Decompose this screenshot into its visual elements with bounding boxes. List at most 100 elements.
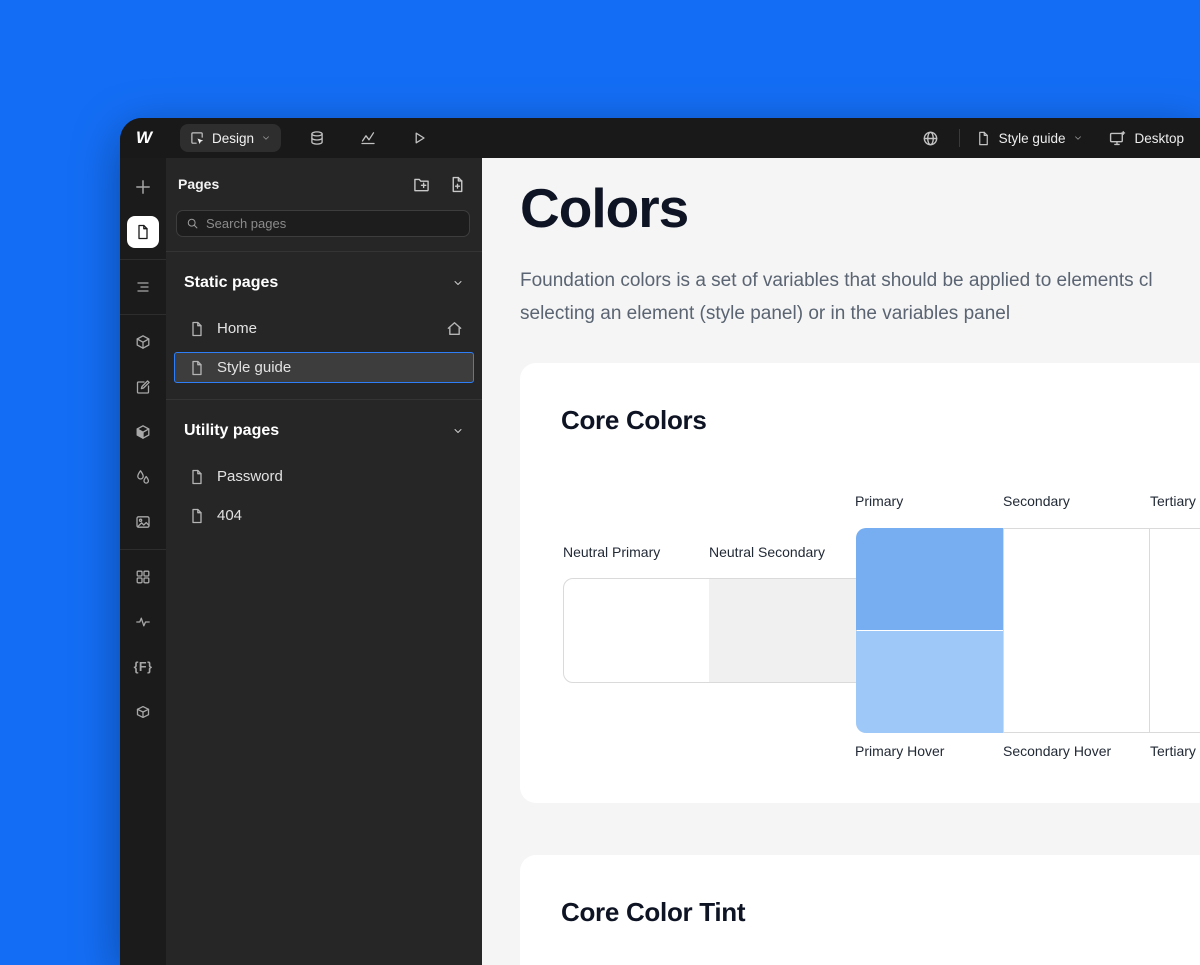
toolbar-separator xyxy=(120,549,166,550)
page-icon xyxy=(189,469,205,485)
page-row-label: Password xyxy=(217,468,283,485)
canvas-heading-colors[interactable]: Colors xyxy=(520,178,688,238)
search-pages-box[interactable] xyxy=(176,210,470,237)
page-icon xyxy=(135,224,151,240)
cube-icon xyxy=(135,334,151,350)
swatch-tertiary-hover[interactable] xyxy=(1150,630,1200,733)
page-row-style-guide[interactable]: Style guide xyxy=(174,352,474,383)
toolbar-separator xyxy=(120,259,166,260)
swatch-primary-hover[interactable] xyxy=(856,631,1003,733)
new-folder-button[interactable] xyxy=(410,173,432,195)
section-title: Static pages xyxy=(184,274,278,292)
preview-button[interactable] xyxy=(407,126,431,150)
chevron-down-icon xyxy=(452,425,464,437)
database-icon xyxy=(309,130,325,146)
variables-button[interactable] xyxy=(127,461,159,493)
page-plus-icon xyxy=(449,176,466,193)
apps-button[interactable] xyxy=(127,561,159,593)
desktop-background: { "colors": { "brand_blue": "#146EF5", "… xyxy=(0,0,1200,965)
new-page-button[interactable] xyxy=(446,173,468,195)
folder-plus-icon xyxy=(413,176,430,193)
page-icon xyxy=(976,131,991,146)
page-row-label: 404 xyxy=(217,507,242,524)
add-elements-button[interactable] xyxy=(127,171,159,203)
pages-panel-header: Pages xyxy=(166,158,482,210)
chevron-down-icon xyxy=(452,277,464,289)
plus-icon xyxy=(134,178,152,196)
pages-panel-title: Pages xyxy=(178,176,219,192)
label-secondary[interactable]: Secondary xyxy=(1003,493,1070,509)
label-tertiary[interactable]: Tertiary xyxy=(1150,493,1196,509)
swatch-secondary-hover[interactable] xyxy=(1003,630,1150,733)
static-pages-section: Static pages Home Style guide xyxy=(166,251,482,399)
play-icon xyxy=(411,130,427,146)
swatch-primary[interactable] xyxy=(856,528,1003,630)
design-mode-label: Design xyxy=(212,131,254,146)
apps-grid-icon xyxy=(135,569,151,585)
utility-pages-header[interactable]: Utility pages xyxy=(174,409,474,453)
pages-button[interactable] xyxy=(127,216,159,248)
webflow-designer-window: W Design xyxy=(120,118,1200,965)
webflow-logo-icon[interactable]: W xyxy=(136,128,162,148)
label-tertiary-hover[interactable]: Tertiary Hover xyxy=(1150,743,1200,759)
static-pages-header[interactable]: Static pages xyxy=(174,261,474,305)
section-title: Utility pages xyxy=(184,422,279,440)
publish-globe-button[interactable] xyxy=(919,126,943,150)
globe-icon xyxy=(922,130,939,147)
toolbar-separator xyxy=(120,314,166,315)
edit-pen-icon xyxy=(135,379,151,395)
label-neutral-primary[interactable]: Neutral Primary xyxy=(563,544,660,560)
navigator-button[interactable] xyxy=(127,271,159,303)
page-row-404[interactable]: 404 xyxy=(174,500,474,531)
breakpoint-label: Desktop xyxy=(1134,131,1184,146)
style-guide-button[interactable] xyxy=(127,371,159,403)
label-primary[interactable]: Primary xyxy=(855,493,903,509)
page-row-label: Style guide xyxy=(217,359,291,376)
topbar-tools xyxy=(305,126,431,150)
core-colors-card[interactable]: Core Colors Primary Secondary Tertiary N… xyxy=(520,363,1200,803)
swatch-tertiary[interactable] xyxy=(1150,528,1200,631)
topbar: W Design xyxy=(120,118,1200,158)
chevron-down-icon xyxy=(1073,133,1083,143)
libraries-button[interactable] xyxy=(127,416,159,448)
canvas-intro-paragraph[interactable]: Foundation colors is a set of variables … xyxy=(520,264,1200,330)
audit-button[interactable] xyxy=(127,606,159,638)
page-row-label: Home xyxy=(217,320,257,337)
image-icon xyxy=(135,514,151,530)
pages-panel: Pages Static pages xyxy=(166,158,482,965)
page-selector[interactable]: Style guide xyxy=(976,131,1084,146)
packages-button[interactable] xyxy=(127,696,159,728)
home-icon xyxy=(446,320,463,337)
left-toolbar: {F} xyxy=(120,158,166,965)
chevron-down-icon xyxy=(261,133,271,143)
core-colors-title[interactable]: Core Colors xyxy=(561,405,707,436)
design-mode-button[interactable]: Design xyxy=(180,124,281,152)
core-color-tint-card[interactable]: Core Color Tint xyxy=(520,855,1200,965)
pages-panel-empty-area xyxy=(166,547,482,965)
label-neutral-secondary[interactable]: Neutral Secondary xyxy=(709,544,825,560)
swatch-secondary[interactable] xyxy=(1003,528,1150,631)
design-cursor-icon xyxy=(190,131,205,146)
search-pages-input[interactable] xyxy=(206,216,460,231)
line-chart-icon xyxy=(360,130,376,146)
fonts-button[interactable]: {F} xyxy=(127,651,159,683)
label-secondary-hover[interactable]: Secondary Hover xyxy=(1003,743,1111,759)
cms-button[interactable] xyxy=(305,126,329,150)
utility-pages-section: Utility pages Password 404 xyxy=(166,399,482,547)
analytics-button[interactable] xyxy=(356,126,380,150)
breakpoint-selector[interactable]: Desktop xyxy=(1109,130,1184,147)
topbar-divider xyxy=(959,129,960,147)
package-cube-icon xyxy=(135,704,151,720)
core-color-tint-title[interactable]: Core Color Tint xyxy=(561,897,745,928)
braces-f-icon: {F} xyxy=(134,660,153,674)
components-button[interactable] xyxy=(127,326,159,358)
page-row-password[interactable]: Password xyxy=(174,461,474,492)
assets-button[interactable] xyxy=(127,506,159,538)
page-row-home[interactable]: Home xyxy=(174,313,474,344)
swatch-neutral-primary[interactable] xyxy=(563,578,710,683)
search-icon xyxy=(186,217,199,230)
design-canvas: Colors Foundation colors is a set of var… xyxy=(482,158,1200,965)
label-primary-hover[interactable]: Primary Hover xyxy=(855,743,944,759)
navigator-icon xyxy=(135,279,151,295)
swatch-neutral-secondary[interactable] xyxy=(709,578,857,683)
